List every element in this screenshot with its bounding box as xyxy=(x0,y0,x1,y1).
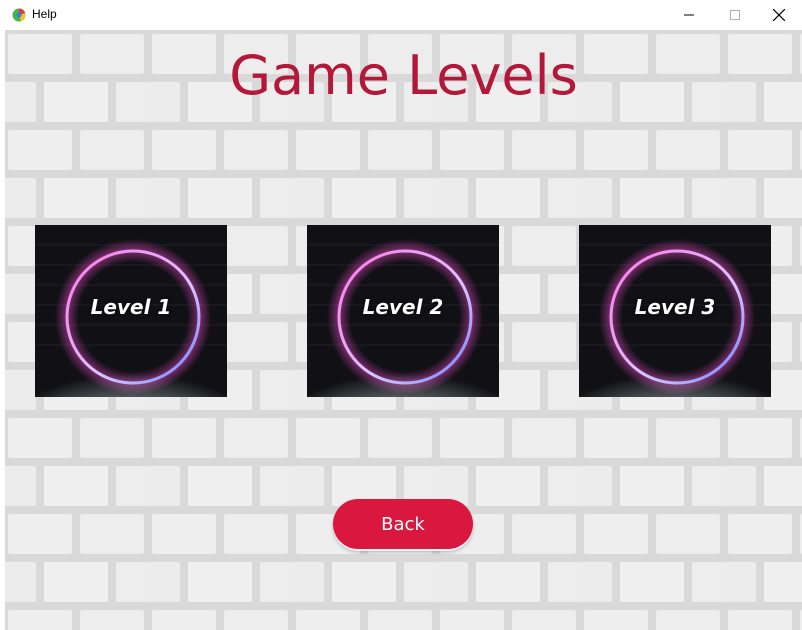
title-bar[interactable]: Help xyxy=(0,0,802,30)
level-3-card[interactable]: Level 3 xyxy=(579,225,771,397)
level-3-label: Level 3 xyxy=(634,295,716,319)
close-button[interactable] xyxy=(756,0,802,30)
minimize-button[interactable] xyxy=(666,0,712,30)
level-2-card[interactable]: Level 2 xyxy=(307,225,499,397)
level-1-label: Level 1 xyxy=(90,295,172,319)
level-1-card[interactable]: Level 1 xyxy=(35,225,227,397)
close-icon xyxy=(773,9,785,21)
minimize-icon xyxy=(684,14,694,16)
maximize-button[interactable] xyxy=(712,0,758,30)
help-window: Help Game Levels Level 1 Level 2 Level 3… xyxy=(0,0,802,630)
back-button[interactable]: Back xyxy=(333,499,473,549)
page-title: Game Levels xyxy=(229,44,578,107)
maximize-icon xyxy=(730,10,740,20)
app-icon xyxy=(12,8,26,22)
level-2-label: Level 2 xyxy=(362,295,444,319)
window-title: Help xyxy=(32,7,57,21)
levels-screen: Game Levels Level 1 Level 2 Level 3 Back xyxy=(5,30,802,630)
